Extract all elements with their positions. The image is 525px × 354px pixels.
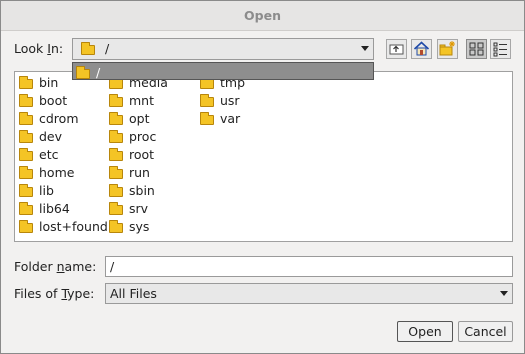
file-name: boot [39,93,68,108]
file-name: var [220,111,241,126]
list-item[interactable]: bin [17,74,58,92]
file-name: srv [129,201,149,216]
file-name: etc [39,147,59,162]
up-folder-button[interactable] [386,39,407,59]
list-item[interactable]: cdrom [17,110,79,128]
open-dialog: Open Look In: / bin boot cdrom dev etc h… [0,0,525,354]
list-item[interactable]: sbin [107,182,155,200]
file-name: lost+found [39,219,108,234]
list-item[interactable]: run [107,164,150,182]
home-icon [413,41,430,56]
folder-icon [19,183,33,197]
folder-name-label: Folder name: [14,259,97,274]
list-item[interactable]: lib [17,182,54,200]
list-item[interactable]: var [198,110,240,128]
list-item[interactable]: usr [198,92,240,110]
folder-icon [81,41,95,55]
file-name: lib [39,183,54,198]
look-in-combo[interactable]: / [72,38,374,60]
folder-icon [109,165,123,179]
list-item[interactable]: mnt [107,92,154,110]
home-button[interactable] [411,39,432,59]
file-name: bin [39,75,59,90]
folder-icon [109,93,123,107]
file-name: usr [220,93,240,108]
list-item[interactable]: lost+found [17,218,108,236]
list-item[interactable]: home [17,164,74,182]
up-folder-icon [389,44,404,55]
file-name: home [39,165,75,180]
chevron-down-icon [500,291,508,296]
list-item[interactable]: etc [17,146,58,164]
folder-icon [19,111,33,125]
folder-icon [200,93,214,107]
chevron-down-icon [361,46,369,51]
list-item[interactable]: boot [17,92,67,110]
new-folder-button[interactable] [437,39,458,59]
folder-icon [109,201,123,215]
dialog-title: Open [1,1,524,31]
file-name: dev [39,129,63,144]
list-item[interactable]: dev [17,128,62,146]
new-folder-icon [439,41,455,56]
file-name: sbin [129,183,155,198]
list-item[interactable]: opt [107,110,149,128]
list-item[interactable]: sys [107,218,149,236]
details-view-icon [493,42,507,57]
files-of-type-combo[interactable]: All Files [105,283,513,304]
file-name: root [129,147,155,162]
look-in-dropdown[interactable]: / [72,62,374,80]
details-view-button[interactable] [490,39,511,59]
file-list[interactable]: bin boot cdrom dev etc home lib lib64 lost+found… [14,71,513,242]
folder-icon [109,147,123,161]
dropdown-item[interactable]: / [76,65,100,80]
folder-icon [19,129,33,143]
list-view-button[interactable] [466,39,487,59]
folder-icon [19,93,33,107]
list-item[interactable]: proc [107,128,156,146]
list-item[interactable]: lib64 [17,200,70,218]
files-of-type-value: All Files [110,286,157,301]
open-button[interactable]: Open [397,321,453,342]
folder-icon [19,219,33,233]
file-name: proc [129,129,157,144]
folder-icon [109,129,123,143]
folder-icon [109,111,123,125]
folder-icon [19,165,33,179]
file-name: cdrom [39,111,79,126]
file-name: opt [129,111,150,126]
folder-icon [109,75,123,89]
look-in-value: / [104,41,110,56]
folder-name-input[interactable]: / [105,256,513,277]
folder-icon [19,201,33,215]
list-item[interactable]: srv [107,200,148,218]
files-of-type-label: Files of Type: [14,286,95,301]
file-name: sys [129,219,150,234]
cancel-button[interactable]: Cancel [458,321,513,342]
file-name: lib64 [39,201,70,216]
folder-icon [76,65,90,79]
folder-icon [109,219,123,233]
list-item[interactable]: root [107,146,154,164]
look-in-label: Look In: [14,41,64,56]
file-name: mnt [129,93,154,108]
folder-icon [19,147,33,161]
folder-icon [200,111,214,125]
list-view-icon [469,42,484,56]
folder-icon [109,183,123,197]
file-name: run [129,165,150,180]
folder-icon [200,75,214,89]
folder-icon [19,75,33,89]
